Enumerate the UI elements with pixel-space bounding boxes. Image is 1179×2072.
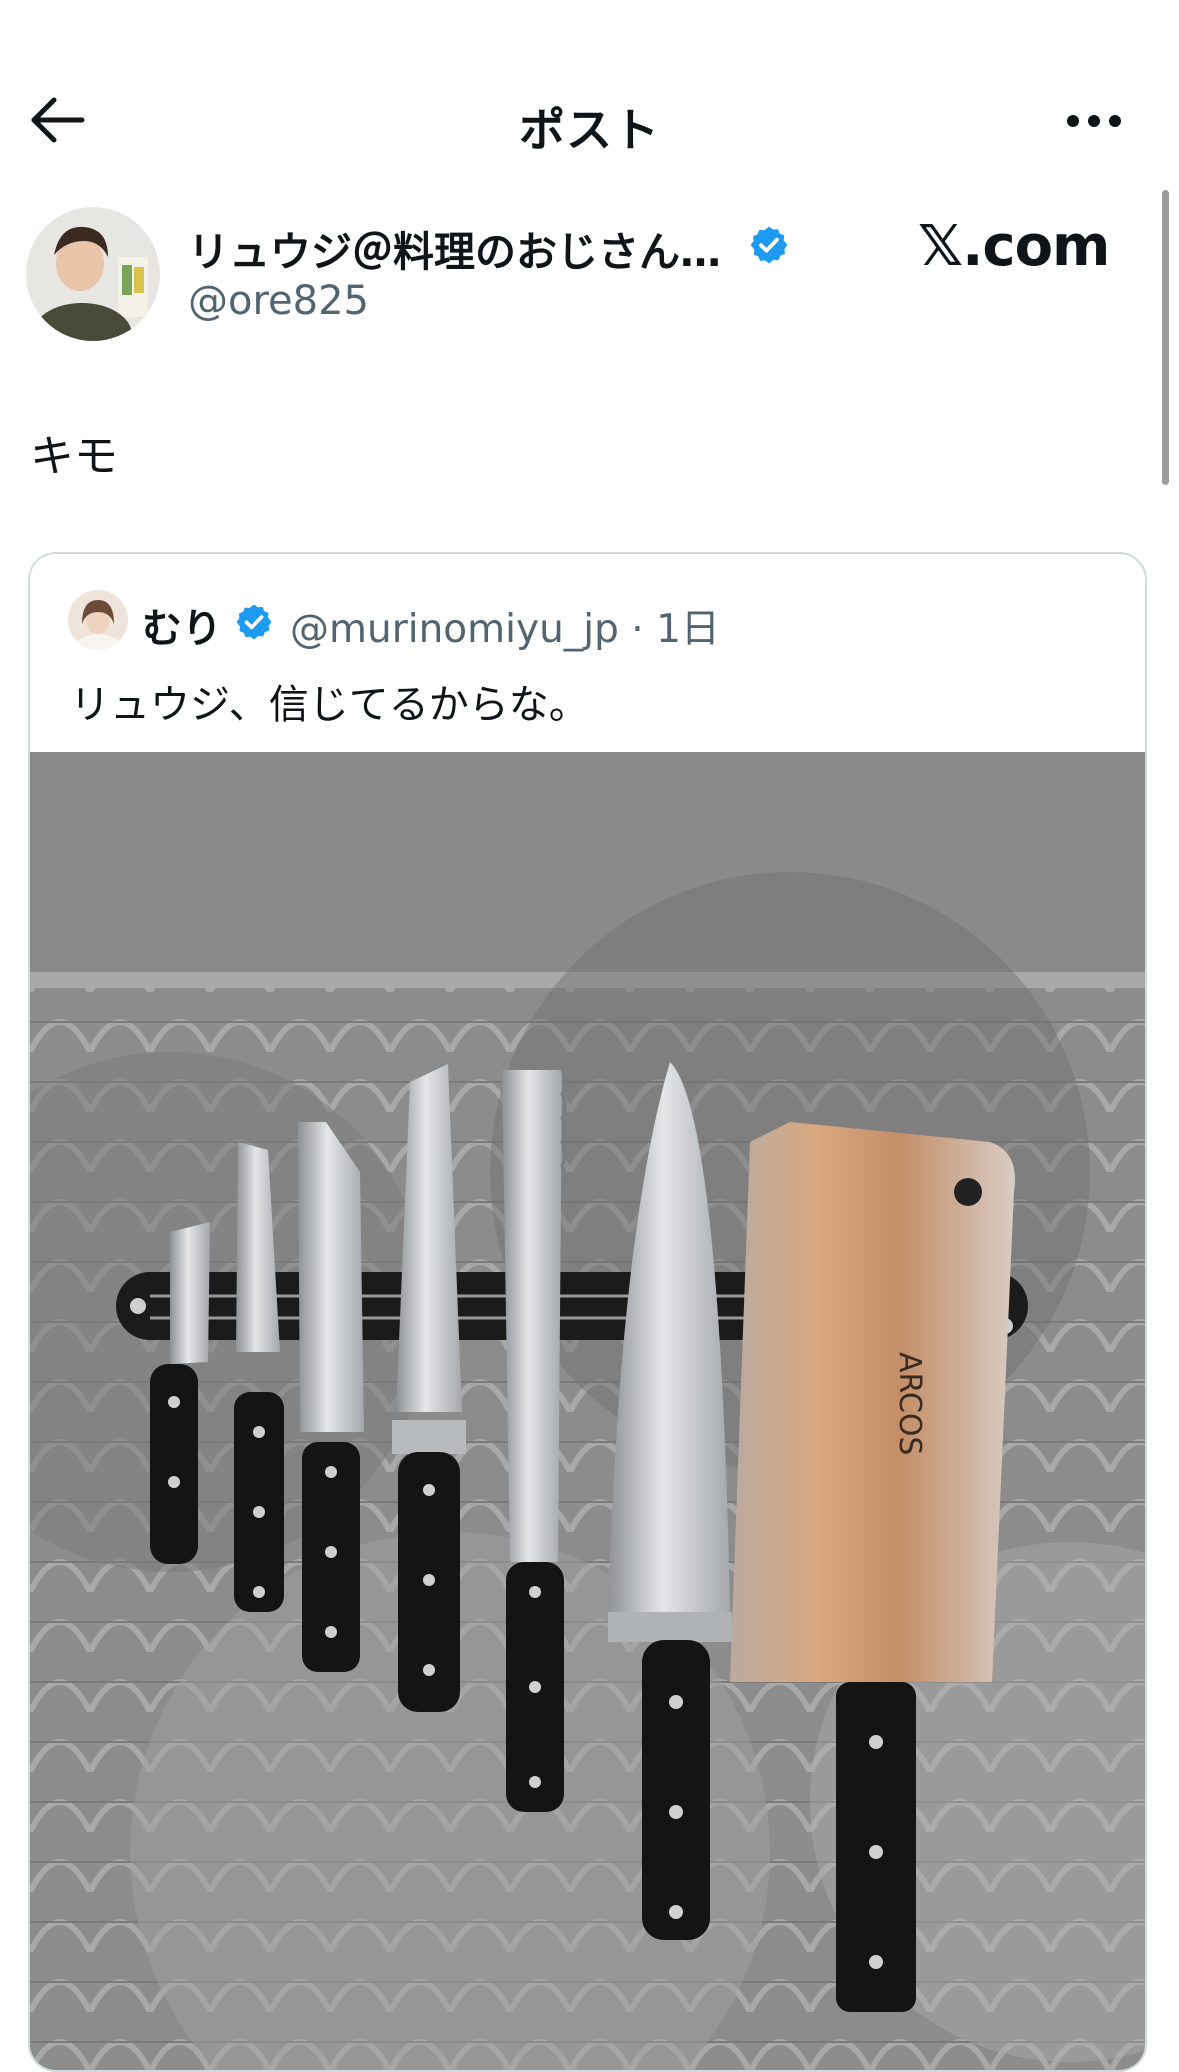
quoted-author-meta: @murinomiyu_jp · 1日 <box>290 598 720 654</box>
post-text: キモ <box>30 431 118 482</box>
x-com-watermark: 𝕏.com <box>918 214 1110 279</box>
cleaver-brand-label: ARCOS <box>892 1352 927 1455</box>
quoted-post-card[interactable]: むり @murinomiyu_jp · 1日 リュウジ、信じてるからな。 ARC… <box>28 552 1147 2072</box>
quoted-author-avatar[interactable] <box>68 590 128 650</box>
quoted-author-handle[interactable]: @murinomiyu_jp <box>290 607 619 652</box>
author-avatar[interactable] <box>26 207 160 341</box>
meta-separator: · <box>631 607 644 652</box>
scrollbar[interactable] <box>1162 190 1169 485</box>
post-time: 1日 <box>656 607 720 652</box>
page-title: ポスト <box>519 103 660 157</box>
verified-badge-icon <box>236 604 272 640</box>
top-nav-bar: ポスト <box>0 70 1179 170</box>
quoted-post-image[interactable]: ARCOS <box>30 752 1145 2070</box>
quoted-post-text: リュウジ、信じてるからな。 <box>70 682 589 728</box>
more-horizontal-icon <box>1067 115 1121 127</box>
author-handle[interactable]: @ore825 <box>188 278 369 324</box>
verified-badge-icon <box>750 226 788 264</box>
more-options-button[interactable] <box>1059 96 1129 146</box>
author-display-name[interactable]: リュウジ＠料理のおじさん… <box>188 218 721 278</box>
quoted-author-display-name[interactable]: むり <box>142 596 222 654</box>
